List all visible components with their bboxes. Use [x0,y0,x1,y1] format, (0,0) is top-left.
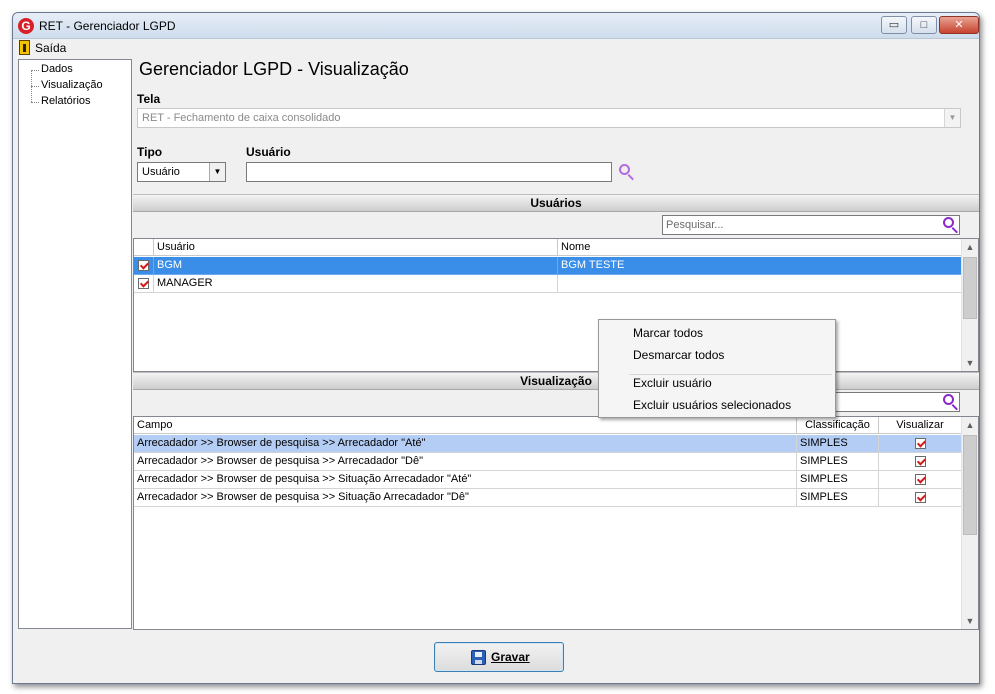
cell-usuario: MANAGER [154,275,558,293]
tipo-select[interactable]: Usuário ▼ [137,162,226,182]
search-icon[interactable] [942,393,960,411]
users-section-header: Usuários [133,194,979,212]
tela-select-value: RET - Fechamento de caixa consolidado [142,112,341,124]
context-menu: Marcar todos Desmarcar todos Excluir usu… [598,319,836,418]
menu-item-marcar-todos[interactable]: Marcar todos [633,326,703,340]
title-bar: G RET - Gerenciador LGPD ▭ □ ✕ [13,13,979,39]
search-icon[interactable] [618,163,636,181]
cell-campo: Arrecadador >> Browser de pesquisa >> Si… [134,471,797,489]
table-row[interactable]: BGM BGM TESTE [134,257,962,275]
cell-visualizar [879,435,962,453]
cell-visualizar [879,453,962,471]
table-row[interactable]: Arrecadador >> Browser de pesquisa >> Si… [134,471,962,489]
users-grid-header: Usuário Nome [134,239,962,256]
visualization-grid-header: Campo Classificação Visualizar [134,417,962,434]
tela-label: Tela [137,92,161,106]
floppy-icon [471,650,486,665]
visualization-scrollbar[interactable]: ▲ ▼ [961,417,978,629]
header-usuario[interactable]: Usuário [154,239,558,256]
visualization-section-header: Visualização [133,372,979,390]
row-checkbox[interactable] [138,278,149,289]
scroll-up-icon[interactable]: ▲ [962,417,978,433]
table-row[interactable]: Arrecadador >> Browser de pesquisa >> Si… [134,489,962,507]
tree-item-visualizacao[interactable]: Visualização [41,79,103,91]
chevron-down-icon[interactable]: ▼ [944,109,960,127]
tree-connector [31,70,39,71]
menu-item-excluir-selecionados[interactable]: Excluir usuários selecionados [633,398,791,412]
visualizar-checkbox[interactable] [915,492,926,503]
header-check [134,239,154,256]
scroll-thumb[interactable] [963,435,977,535]
tipo-select-value: Usuário [142,166,180,178]
cell-classificacao: SIMPLES [797,435,879,453]
minimize-button[interactable]: ▭ [881,16,907,34]
users-scrollbar[interactable]: ▲ ▼ [961,239,978,371]
tree-item-dados[interactable]: Dados [41,63,73,75]
row-check-cell [134,275,154,293]
window-title: RET - Gerenciador LGPD [39,19,176,33]
app-logo-icon: G [18,18,34,34]
scroll-down-icon[interactable]: ▼ [962,613,978,629]
menu-item-excluir-usuario[interactable]: Excluir usuário [633,376,712,390]
maximize-button[interactable]: □ [911,16,937,34]
page-title: Gerenciador LGPD - Visualização [139,59,409,79]
visualizar-checkbox[interactable] [915,456,926,467]
cell-visualizar [879,489,962,507]
close-button[interactable]: ✕ [939,16,979,34]
tipo-label: Tipo [137,145,163,159]
scroll-thumb[interactable] [963,257,977,319]
cell-usuario: BGM [154,257,558,275]
header-nome[interactable]: Nome [558,239,962,256]
visualization-grid: Campo Classificação Visualizar Arrecadad… [133,416,979,630]
cell-visualizar [879,471,962,489]
cell-campo: Arrecadador >> Browser de pesquisa >> Ar… [134,435,797,453]
menu-bar: Saída [13,39,979,57]
tree-connector [31,102,39,103]
scroll-up-icon[interactable]: ▲ [962,239,978,255]
cell-classificacao: SIMPLES [797,489,879,507]
visualizar-checkbox[interactable] [915,438,926,449]
tree-item-relatorios[interactable]: Relatórios [41,95,91,107]
users-search-input[interactable]: Pesquisar... [662,215,960,235]
tree-connector [31,86,39,87]
row-checkbox[interactable] [138,260,149,271]
usuario-input[interactable] [246,162,612,182]
header-campo[interactable]: Campo [134,417,797,434]
search-icon[interactable] [942,216,960,234]
header-visualizar[interactable]: Visualizar [879,417,962,434]
users-grid: Usuário Nome BGM BGM TESTE MANAGER ▲ ▼ [133,238,979,372]
cell-classificacao: SIMPLES [797,471,879,489]
usuario-label: Usuário [246,145,291,159]
tela-select[interactable]: RET - Fechamento de caixa consolidado ▼ [137,108,961,128]
table-row[interactable]: Arrecadador >> Browser de pesquisa >> Ar… [134,453,962,471]
scroll-down-icon[interactable]: ▼ [962,355,978,371]
cell-nome: BGM TESTE [558,257,962,275]
row-check-cell [134,257,154,275]
table-row[interactable]: Arrecadador >> Browser de pesquisa >> Ar… [134,435,962,453]
app-window: G RET - Gerenciador LGPD ▭ □ ✕ Saída Dad… [12,12,980,684]
cell-campo: Arrecadador >> Browser de pesquisa >> Ar… [134,453,797,471]
menu-separator [629,374,832,375]
menu-item-desmarcar-todos[interactable]: Desmarcar todos [633,348,724,362]
table-row[interactable]: MANAGER [134,275,962,293]
header-classificacao[interactable]: Classificação [797,417,879,434]
visualizar-checkbox[interactable] [915,474,926,485]
cell-nome [558,275,962,293]
save-button-label: Gravar [491,650,530,664]
navigation-tree: Dados Visualização Relatórios [18,59,132,629]
menu-exit[interactable]: Saída [35,41,66,55]
exit-door-icon[interactable] [19,40,30,55]
chevron-down-icon[interactable]: ▼ [209,163,225,181]
cell-campo: Arrecadador >> Browser de pesquisa >> Si… [134,489,797,507]
save-button[interactable]: Gravar [434,642,564,672]
cell-classificacao: SIMPLES [797,453,879,471]
